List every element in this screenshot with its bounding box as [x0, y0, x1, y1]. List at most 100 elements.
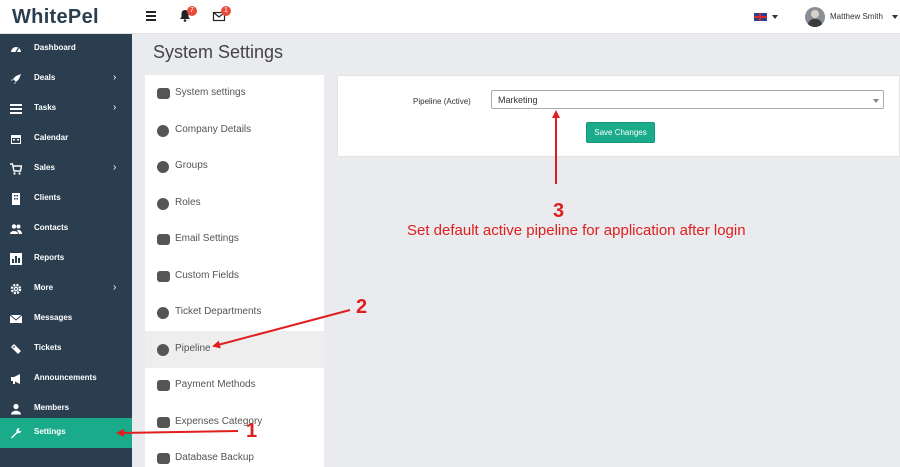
credit-card-icon — [157, 380, 170, 391]
sidebar-item-label: Announcements — [34, 373, 97, 382]
sidebar-item-label: Messages — [34, 313, 73, 322]
money-icon — [157, 417, 170, 428]
user-icon — [11, 403, 21, 415]
sidebar-item-tickets[interactable]: Tickets — [0, 334, 132, 364]
app-logo[interactable]: WhitePel — [12, 6, 99, 29]
settings-item-label: System settings — [175, 87, 246, 98]
settings-item-label: Roles — [175, 197, 201, 208]
settings-item-label: Payment Methods — [175, 379, 256, 390]
sidebar-item-label: Dashboard — [34, 43, 76, 52]
settings-item-groups[interactable]: Groups — [145, 148, 324, 185]
pipeline-select-value: Marketing — [498, 95, 538, 105]
envelope-icon — [10, 314, 22, 323]
sidebar-item-more[interactable]: More › — [0, 274, 132, 304]
settings-item-email-settings[interactable]: Email Settings — [145, 221, 324, 258]
sidebar-item-dashboard[interactable]: Dashboard — [0, 34, 132, 64]
user-name[interactable]: Matthew Smith — [830, 12, 883, 21]
sidebar-item-messages[interactable]: Messages — [0, 304, 132, 334]
bullhorn-icon — [11, 374, 20, 384]
wrench-icon — [11, 428, 22, 439]
sidebar-item-label: Reports — [34, 253, 65, 262]
building-icon — [12, 193, 20, 205]
sidebar-item-label: Sales — [34, 163, 55, 172]
sidebar-item-sales[interactable]: Sales › — [0, 154, 132, 184]
annotation-number-3: 3 — [553, 200, 565, 222]
sidebar-item-contacts[interactable]: Contacts — [0, 214, 132, 244]
sidebar-item-label: Contacts — [34, 223, 69, 232]
annotation-number-1: 1 — [246, 420, 258, 442]
shuffle-icon — [157, 271, 170, 282]
dashboard-icon — [11, 47, 21, 53]
sidebar: Dashboard Deals › Tasks › Calendar Sales… — [0, 34, 132, 467]
settings-item-ticket-departments[interactable]: Ticket Departments — [145, 294, 324, 331]
sidebar-item-label: Settings — [34, 427, 66, 436]
settings-item-expenses-category[interactable]: Expenses Category — [145, 404, 324, 441]
settings-item-system-settings[interactable]: System settings — [145, 75, 324, 112]
chevron-right-icon: › — [113, 162, 117, 173]
bolt-icon — [157, 125, 169, 137]
settings-item-label: Ticket Departments — [175, 306, 262, 317]
chevron-right-icon: › — [113, 72, 117, 83]
settings-item-payment-methods[interactable]: Payment Methods — [145, 367, 324, 404]
rocket-icon — [11, 74, 21, 84]
sidebar-item-label: Calendar — [34, 133, 69, 142]
notifications-bell-icon[interactable]: 7 — [178, 6, 197, 25]
pipeline-active-label: Pipeline (Active) — [413, 97, 471, 106]
menu-toggle-icon[interactable] — [146, 9, 158, 23]
annotation-note: Set default active pipeline for applicat… — [407, 222, 746, 239]
sidebar-item-label: Clients — [34, 193, 61, 202]
cart-icon — [10, 163, 22, 175]
sidebar-item-tasks[interactable]: Tasks › — [0, 94, 132, 124]
settings-item-label: Company Details — [175, 124, 252, 135]
user-avatar[interactable] — [805, 7, 825, 27]
user-menu-caret-icon[interactable] — [892, 15, 898, 19]
save-changes-button[interactable]: Save Changes — [586, 122, 655, 143]
sidebar-item-label: Tickets — [34, 343, 62, 352]
select-caret-icon — [873, 99, 879, 103]
settings-item-label: Custom Fields — [175, 270, 239, 281]
pipeline-select[interactable]: Marketing — [491, 90, 884, 109]
plus-circle-icon — [157, 198, 169, 210]
sidebar-item-announcements[interactable]: Announcements — [0, 364, 132, 394]
tasks-icon — [10, 104, 22, 114]
settings-item-database-backup[interactable]: Database Backup — [145, 440, 324, 467]
settings-item-label: Pipeline — [175, 343, 211, 354]
calendar-icon — [11, 135, 21, 144]
settings-item-custom-fields[interactable]: Custom Fields — [145, 258, 324, 295]
gear-icon — [10, 283, 22, 295]
chart-icon — [10, 253, 22, 265]
sidebar-item-label: More — [34, 283, 54, 292]
language-flag-icon[interactable] — [754, 13, 767, 21]
users-icon — [10, 224, 22, 234]
envelope-icon — [157, 234, 170, 245]
sidebar-item-deals[interactable]: Deals › — [0, 64, 132, 94]
settings-item-roles[interactable]: Roles — [145, 185, 324, 222]
messages-count-badge: 1 — [221, 6, 231, 16]
top-bar: WhitePel 7 1 Matthew Smith — [0, 0, 900, 34]
filter-icon — [157, 344, 169, 356]
sidebar-item-reports[interactable]: Reports — [0, 244, 132, 274]
ticket-icon — [11, 344, 21, 354]
settings-item-pipeline[interactable]: Pipeline — [145, 331, 324, 368]
sidebar-item-calendar[interactable]: Calendar — [0, 124, 132, 154]
settings-item-label: Groups — [175, 160, 208, 171]
sidebar-item-label: Deals — [34, 73, 56, 82]
chevron-right-icon: › — [113, 102, 117, 113]
sidebar-item-label: Members — [34, 403, 70, 412]
comment-icon — [157, 161, 169, 173]
database-icon — [157, 453, 170, 464]
tag-icon — [157, 307, 169, 319]
sidebar-item-label: Tasks — [34, 103, 57, 112]
page-title: System Settings — [153, 42, 284, 62]
chevron-right-icon: › — [113, 282, 117, 293]
settings-menu: System settings Company Details Groups R… — [145, 75, 324, 467]
messages-envelope-icon[interactable]: 1 — [212, 6, 231, 25]
monitor-icon — [157, 88, 170, 99]
sidebar-item-clients[interactable]: Clients — [0, 184, 132, 214]
language-caret-icon[interactable] — [772, 15, 778, 19]
settings-item-label: Database Backup — [175, 452, 254, 463]
settings-item-company-details[interactable]: Company Details — [145, 112, 324, 149]
sidebar-item-settings[interactable]: Settings — [0, 418, 132, 448]
annotation-number-2: 2 — [356, 296, 368, 318]
settings-item-label: Email Settings — [175, 233, 239, 244]
